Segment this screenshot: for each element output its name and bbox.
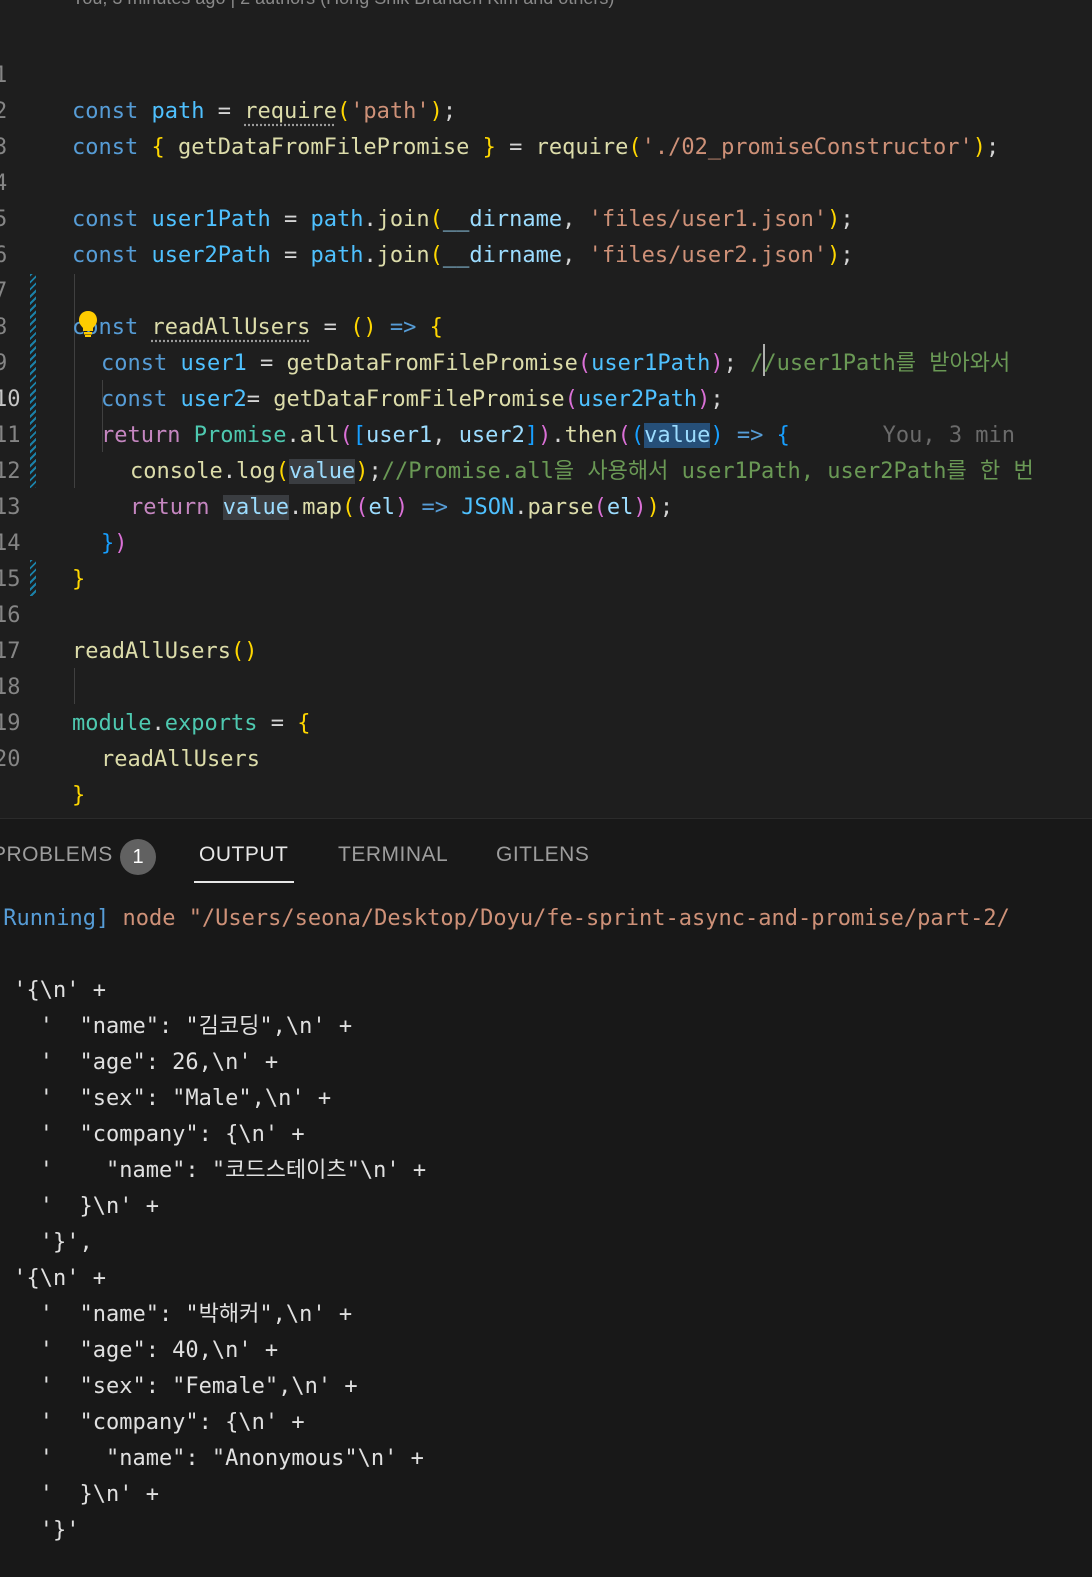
code-line[interactable]: 5 const user2Path = path.join(__dirname,…: [0, 166, 1092, 268]
code-line[interactable]: 15: [0, 526, 1092, 592]
code-line[interactable]: 10 return Promise.all([user1, user2]).th…: [0, 346, 1092, 448]
output-line: ' "age": 40,\n' +: [0, 1338, 279, 1363]
output-line: ' "name": "Anonymous"\n' +: [0, 1446, 424, 1471]
panel-tab-bar: PROBLEMS 1 OUTPUT TERMINAL GITLENS: [0, 819, 1092, 889]
bottom-panel: PROBLEMS 1 OUTPUT TERMINAL GITLENS [Runn…: [0, 818, 1092, 1577]
code-line[interactable]: 18 module.exports = {: [0, 634, 1092, 736]
output-line: '{\n' +: [0, 1266, 106, 1291]
code-line[interactable]: 9 const user2= getDataFromFilePromise(us…: [0, 310, 1092, 412]
tab-output[interactable]: OUTPUT: [199, 843, 288, 867]
identifier: readAllUsers: [101, 747, 260, 772]
output-line: '}': [0, 1518, 80, 1543]
code-line[interactable]: 16 readAllUsers(): [0, 562, 1092, 664]
code-editor[interactable]: You, 3 minutes ago | 2 authors (Hong Shi…: [0, 0, 1092, 818]
code-line[interactable]: 4 const user1Path = path.join(__dirname,…: [0, 130, 1092, 232]
output-line: ' }\n' +: [0, 1482, 159, 1507]
code-line[interactable]: 6: [0, 202, 1092, 268]
output-line: '}',: [0, 1230, 93, 1255]
output-line: '{\n' +: [0, 978, 106, 1003]
code-line[interactable]: 3: [0, 94, 1092, 160]
output-line: ' "name": "코드스테이츠"\n' +: [0, 1158, 427, 1183]
lightbulb-icon[interactable]: [78, 310, 98, 338]
code-line[interactable]: 14 }: [0, 490, 1092, 592]
code-line[interactable]: 17: [0, 598, 1092, 664]
output-line: ' "name": "김코딩",\n' +: [0, 1014, 353, 1039]
line-number: 20: [0, 747, 21, 772]
code-line[interactable]: 12 return value.map((el) => JSON.parse(e…: [0, 418, 1092, 520]
code-line[interactable]: 19 readAllUsers: [0, 670, 1092, 772]
tab-problems[interactable]: PROBLEMS: [0, 843, 113, 867]
bracket: }: [72, 783, 86, 808]
output-line: ' "name": "박해커",\n' +: [0, 1302, 353, 1327]
running-label: [Running]: [0, 906, 110, 931]
output-line: ' "sex": "Female",\n' +: [0, 1374, 358, 1399]
code-line[interactable]: 8 const user1 = getDataFromFilePromise(u…: [0, 274, 1092, 376]
codelens-blame[interactable]: You, 3 minutes ago | 2 authors (Hong Shi…: [72, 0, 614, 9]
code-line[interactable]: 7 const readAllUsers = () => {: [0, 238, 1092, 340]
problems-count-badge: 1: [120, 839, 156, 875]
output-line: ' "age": 26,\n' +: [0, 1050, 279, 1075]
output-line: ' "company": {\n' +: [0, 1122, 305, 1147]
output-line: ' "sex": "Male",\n' +: [0, 1086, 332, 1111]
code-line[interactable]: 20 }: [0, 706, 1092, 808]
tab-terminal[interactable]: TERMINAL: [338, 843, 448, 867]
text-cursor: [763, 344, 765, 376]
code-line[interactable]: 13 }): [0, 454, 1092, 556]
output-line: ' "company": {\n' +: [0, 1410, 305, 1435]
output-running-line: [Running] node "/Users/seona/Desktop/Doy…: [0, 901, 1010, 937]
output-line: ' }\n' +: [0, 1194, 159, 1219]
active-tab-indicator: [194, 881, 294, 883]
code-line[interactable]: 11 console.log(value);//Promise.all을 사용해…: [0, 382, 1092, 484]
code-line[interactable]: 1 const path = require('path');: [0, 22, 1092, 124]
code-line[interactable]: 2 const { getDataFromFilePromise } = req…: [0, 58, 1092, 160]
running-command: node "/Users/seona/Desktop/Doyu/fe-sprin…: [109, 906, 1010, 931]
tab-gitlens[interactable]: GITLENS: [496, 843, 589, 867]
